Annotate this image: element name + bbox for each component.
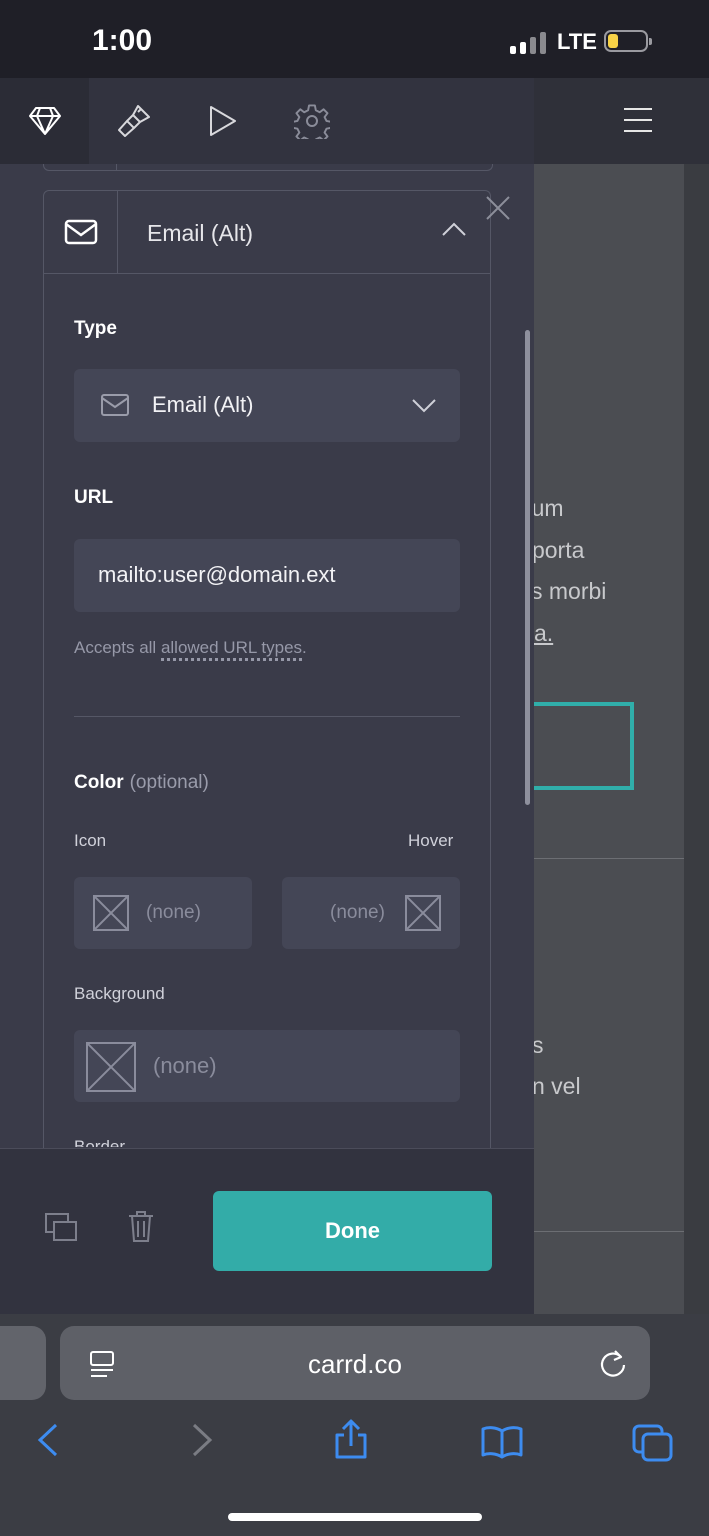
preview-divider (534, 1231, 684, 1232)
background-color-picker[interactable]: (none) (74, 1030, 460, 1102)
status-bar: 1:00 LTE (0, 0, 709, 78)
url-label: URL (74, 487, 114, 508)
url-hint-suffix: . (302, 638, 307, 657)
panel-scrollbar[interactable] (525, 330, 530, 805)
address-text: carrd.co (308, 1349, 402, 1379)
section-divider (74, 716, 460, 717)
allowed-url-types-link[interactable]: allowed URL types (160, 638, 303, 661)
chevron-down-icon (412, 399, 436, 413)
type-select-value: Email (Alt) (152, 392, 254, 417)
optional-tag: (optional) (129, 772, 209, 793)
no-color-swatch-icon (93, 895, 129, 931)
icon-color-picker[interactable]: (none) (74, 877, 252, 949)
icon-color-label: Icon (74, 831, 107, 850)
no-color-swatch-icon (86, 1042, 136, 1092)
tool-settings[interactable] (267, 78, 356, 164)
color-label: Color (optional) (74, 772, 209, 794)
browser-toolbar: carrd.co (0, 1314, 709, 1536)
diamond-icon (28, 107, 61, 135)
url-input[interactable]: mailto:user@domain.ext (74, 539, 460, 612)
link-card-header[interactable]: Email (Alt) (44, 191, 490, 274)
trash-icon[interactable] (127, 1209, 155, 1243)
tabs-icon[interactable] (632, 1424, 674, 1462)
no-color-swatch-icon (405, 895, 441, 931)
type-select[interactable]: Email (Alt) (74, 369, 460, 442)
close-icon[interactable] (484, 194, 512, 222)
hamburger-icon[interactable] (624, 108, 652, 132)
card-type-icon-cell (44, 191, 118, 273)
preview-text-line: n vel (532, 1073, 581, 1099)
chevron-up-icon (442, 222, 466, 236)
preview-text-line: a. (534, 620, 554, 646)
background-color-label: Background (74, 984, 165, 1003)
preview-text-line: s morbi (531, 578, 607, 604)
site-preview-edge (684, 78, 709, 1314)
hover-color-picker[interactable]: (none) (282, 877, 460, 949)
brush-icon (117, 105, 150, 137)
icon-color-value: (none) (146, 902, 201, 923)
battery-icon (604, 30, 652, 52)
previous-tab[interactable] (0, 1326, 46, 1400)
bookmarks-icon[interactable] (480, 1424, 524, 1460)
tool-style[interactable] (89, 78, 178, 164)
tool-site[interactable] (0, 78, 89, 164)
color-label-text: Color (74, 772, 124, 793)
duplicate-icon[interactable] (44, 1212, 78, 1242)
link-card-title: Email (Alt) (147, 220, 254, 246)
editor-footer: Done (0, 1148, 534, 1315)
done-button[interactable]: Done (213, 1191, 492, 1271)
tool-preview[interactable] (178, 78, 267, 164)
envelope-icon (64, 219, 97, 245)
editor-toolbar (0, 78, 534, 164)
network-label: LTE (557, 29, 597, 54)
site-preview (534, 78, 684, 1314)
play-icon (209, 106, 236, 136)
envelope-icon (101, 394, 129, 416)
url-hint: Accepts all allowed URL types. (74, 638, 307, 661)
hover-color-value: (none) (330, 902, 385, 923)
preview-button-outline (534, 702, 634, 790)
preview-divider (534, 858, 684, 859)
preview-topbar (534, 78, 709, 164)
address-bar[interactable]: carrd.co (60, 1326, 650, 1400)
home-indicator (228, 1513, 482, 1521)
back-icon[interactable] (36, 1422, 60, 1458)
hover-color-label: Hover (408, 831, 454, 850)
status-time: 1:00 (92, 24, 153, 57)
gear-icon (293, 104, 330, 139)
url-hint-prefix: Accepts all (74, 638, 161, 657)
previous-link-card (43, 164, 493, 171)
reload-icon[interactable] (598, 1348, 628, 1378)
signal-icon (510, 30, 548, 54)
background-color-value: (none) (153, 1053, 217, 1078)
editor-panel: Email (Alt) Type Email (Alt) URL mailto:… (0, 78, 534, 1315)
share-icon[interactable] (333, 1418, 369, 1460)
url-input-value: mailto:user@domain.ext (98, 562, 336, 587)
type-label: Type (74, 318, 117, 339)
border-color-label: Border (74, 1137, 126, 1147)
forward-icon[interactable] (190, 1422, 214, 1458)
